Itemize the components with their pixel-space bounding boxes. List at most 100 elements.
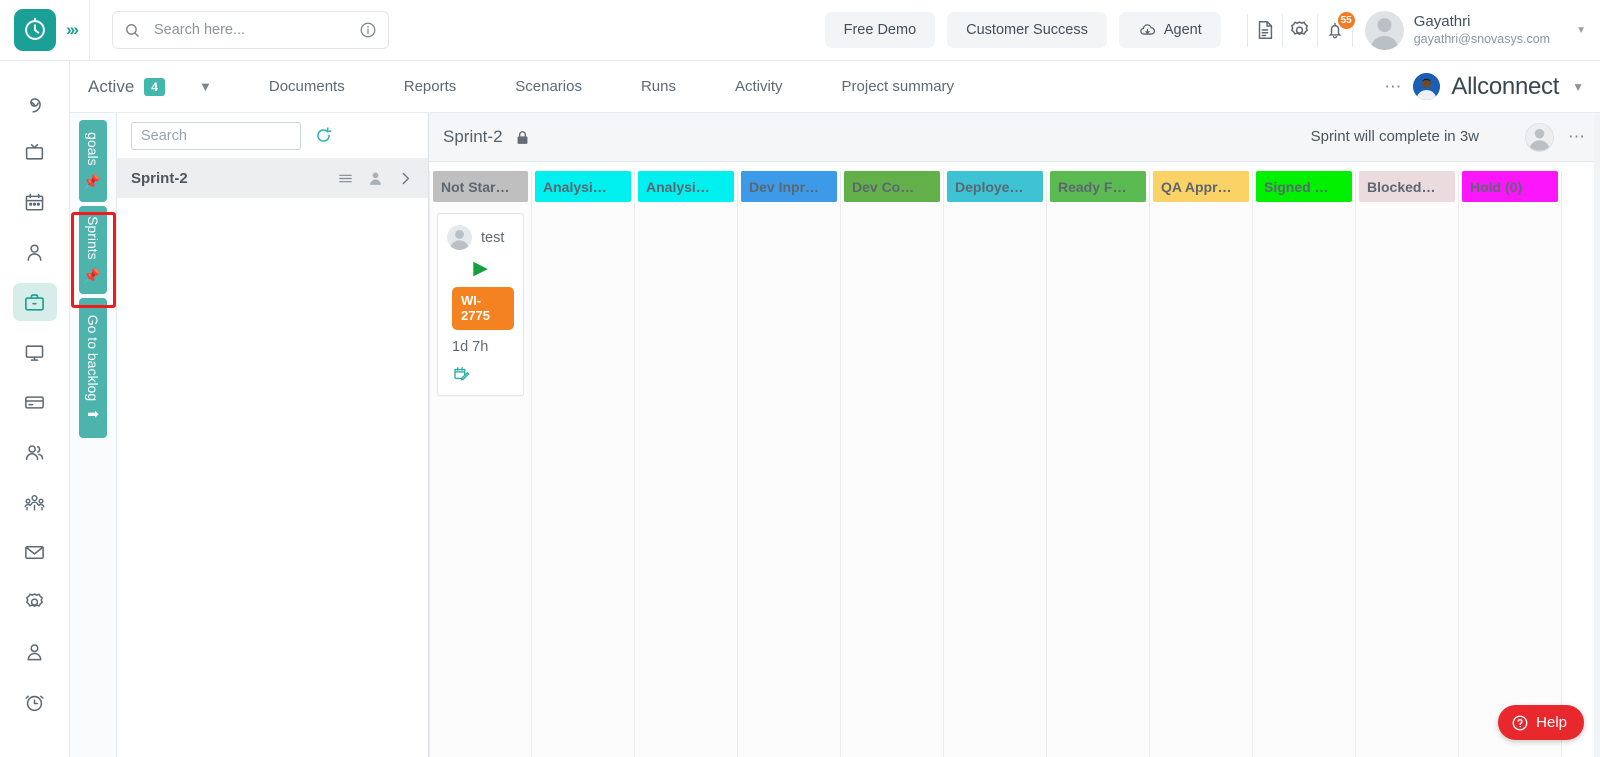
free-demo-button[interactable]: Free Demo bbox=[825, 12, 936, 48]
dots-horizontal-icon[interactable]: ⋯ bbox=[1568, 127, 1586, 147]
tab-activity[interactable]: Activity bbox=[733, 72, 785, 101]
column-header[interactable]: Dev Co… bbox=[844, 171, 940, 202]
column-body[interactable] bbox=[944, 202, 1046, 213]
vtab-go-to-backlog[interactable]: ⬆ Go to backlog bbox=[79, 298, 107, 438]
column-body[interactable] bbox=[841, 202, 943, 213]
column-header[interactable]: Deploye… bbox=[947, 171, 1043, 202]
sprint-row-icons bbox=[337, 170, 414, 187]
dots-horizontal-icon[interactable]: ⋯ bbox=[1384, 77, 1402, 97]
free-demo-label: Free Demo bbox=[844, 22, 917, 38]
column-body[interactable] bbox=[1253, 202, 1355, 213]
vtab-sprints[interactable]: 📌 Sprints bbox=[79, 206, 107, 294]
cloud-download-icon bbox=[1138, 21, 1157, 40]
hamburger-icon[interactable] bbox=[337, 170, 354, 187]
column-header[interactable]: Dev Inpr… bbox=[741, 171, 837, 202]
active-filter[interactable]: Active 4 ▼ bbox=[88, 77, 212, 97]
question-circle-icon bbox=[1511, 714, 1529, 732]
app-root: ››› Free Demo Customer Success Agent bbox=[0, 0, 1600, 757]
clock-logo-icon[interactable] bbox=[14, 9, 56, 51]
vtab-goals-label: goals bbox=[85, 132, 101, 165]
chevron-right-triple-icon[interactable]: ››› bbox=[66, 20, 77, 40]
vtab-goals[interactable]: 📌 goals bbox=[79, 120, 107, 202]
tv-icon bbox=[23, 141, 46, 164]
search-input[interactable] bbox=[154, 22, 359, 38]
global-search[interactable] bbox=[112, 11, 389, 49]
column-header[interactable]: Not Star… bbox=[433, 171, 528, 202]
column-analysis-1: Analysi… bbox=[532, 171, 635, 757]
board-header: Sprint-2 Sprint will complete in 3w ⋯ bbox=[429, 113, 1600, 162]
board-columns: Not Star… test ▶ bbox=[429, 162, 1600, 757]
caret-down-icon[interactable]: ▼ bbox=[199, 79, 212, 94]
sub-navigation: Active 4 ▼ Documents Reports Scenarios R… bbox=[70, 61, 1600, 113]
calendar-edit-icon[interactable] bbox=[452, 364, 470, 382]
column-body[interactable] bbox=[635, 202, 737, 213]
sidebar-item-dashboard[interactable] bbox=[13, 83, 57, 121]
notification-badge: 55 bbox=[1338, 12, 1355, 29]
column-header[interactable]: Analysi… bbox=[535, 171, 631, 202]
lock-icon[interactable] bbox=[514, 129, 531, 146]
column-hold: Hold (0) bbox=[1459, 171, 1562, 757]
tab-documents[interactable]: Documents bbox=[267, 72, 347, 101]
help-button[interactable]: Help bbox=[1498, 705, 1584, 740]
gear-icon[interactable] bbox=[1283, 13, 1317, 47]
agent-button[interactable]: Agent bbox=[1119, 12, 1221, 48]
column-body[interactable] bbox=[738, 202, 840, 213]
sprint-list-row[interactable]: Sprint-2 bbox=[117, 158, 428, 198]
user-menu[interactable]: Gayathri gayathri@snovasys.com ▼ bbox=[1365, 11, 1600, 50]
info-icon[interactable] bbox=[359, 21, 377, 39]
sidebar-item-projects[interactable] bbox=[13, 283, 57, 321]
subnav-right: ⋯ Allconnect ▼ bbox=[1384, 73, 1600, 101]
tab-runs[interactable]: Runs bbox=[639, 72, 678, 101]
work-item-id-badge[interactable]: WI-2775 bbox=[452, 287, 514, 330]
sidebar-item-account[interactable] bbox=[13, 633, 57, 671]
sidebar-item-timer[interactable] bbox=[13, 683, 57, 721]
chevron-down-icon[interactable]: ▼ bbox=[1572, 80, 1584, 94]
sidebar-item-board[interactable] bbox=[13, 133, 57, 171]
column-header[interactable]: Signed … bbox=[1256, 171, 1352, 202]
column-header[interactable]: Blocked… bbox=[1359, 171, 1455, 202]
sidebar-item-people[interactable] bbox=[13, 433, 57, 471]
sidebar-item-profile[interactable] bbox=[13, 233, 57, 271]
tab-project-summary[interactable]: Project summary bbox=[840, 72, 957, 101]
column-body[interactable]: test ▶ WI-2775 1d 7h bbox=[430, 202, 531, 396]
refresh-icon[interactable] bbox=[314, 126, 333, 145]
column-body[interactable] bbox=[1356, 202, 1458, 213]
sidebar-item-billing[interactable] bbox=[13, 383, 57, 421]
column-header[interactable]: QA Appr… bbox=[1153, 171, 1249, 202]
chevron-down-icon[interactable]: ▼ bbox=[1576, 25, 1586, 36]
document-icon[interactable] bbox=[1248, 13, 1282, 47]
column-header[interactable]: Ready F… bbox=[1050, 171, 1146, 202]
gear-icon bbox=[23, 591, 46, 614]
tab-scenarios[interactable]: Scenarios bbox=[513, 72, 584, 101]
tab-reports[interactable]: Reports bbox=[402, 72, 459, 101]
chevron-right-icon[interactable] bbox=[397, 170, 414, 187]
customer-success-button[interactable]: Customer Success bbox=[947, 12, 1107, 48]
project-name[interactable]: Allconnect bbox=[1451, 73, 1559, 101]
sidebar-item-teams[interactable] bbox=[13, 483, 57, 521]
person-icon[interactable] bbox=[367, 170, 384, 187]
header-divider bbox=[89, 0, 90, 61]
column-body[interactable] bbox=[532, 202, 634, 213]
sidebar-item-monitor[interactable] bbox=[13, 333, 57, 371]
board-scrollbar[interactable] bbox=[1594, 113, 1600, 757]
vtab-backlog-label: Go to backlog bbox=[85, 315, 101, 401]
arrow-up-icon: ⬆ bbox=[85, 409, 101, 421]
column-body[interactable] bbox=[1150, 202, 1252, 213]
column-header[interactable]: Hold (0) bbox=[1462, 171, 1558, 202]
sidebar-item-settings[interactable] bbox=[13, 583, 57, 621]
sprint-search-input[interactable] bbox=[131, 122, 301, 150]
sidebar-item-mail[interactable] bbox=[13, 533, 57, 571]
bell-icon[interactable]: 55 bbox=[1318, 13, 1352, 47]
sidebar-item-calendar[interactable] bbox=[13, 183, 57, 221]
column-body[interactable] bbox=[1459, 202, 1561, 213]
help-label: Help bbox=[1536, 714, 1567, 731]
column-header[interactable]: Analysi… bbox=[638, 171, 734, 202]
active-label: Active bbox=[88, 77, 134, 97]
card-assignee-name: test bbox=[481, 230, 504, 246]
play-icon[interactable]: ▶ bbox=[473, 259, 488, 278]
pin-icon: 📌 bbox=[85, 267, 101, 284]
person-icon bbox=[23, 241, 46, 264]
column-body[interactable] bbox=[1047, 202, 1149, 213]
work-item-card[interactable]: test ▶ WI-2775 1d 7h bbox=[437, 213, 524, 396]
avatar[interactable] bbox=[1525, 123, 1554, 152]
